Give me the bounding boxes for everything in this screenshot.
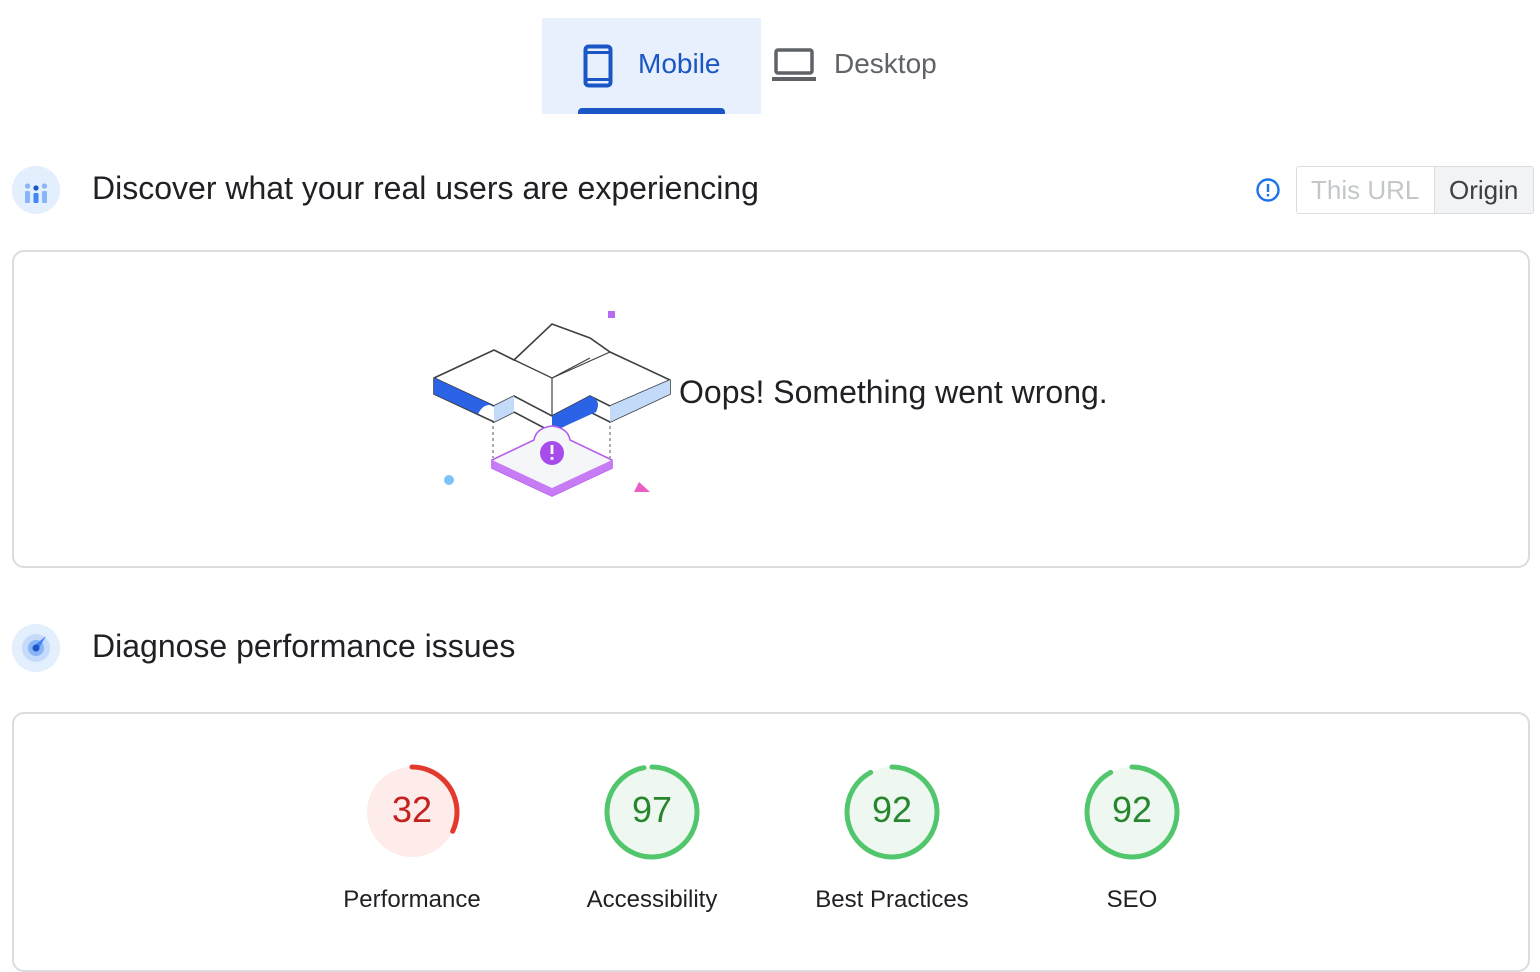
puzzle-error-illustration (418, 308, 674, 503)
lab-scores-card: 32 Performance 97 Accessibility 92 Best Pract… (12, 712, 1530, 972)
smartphone-icon (583, 44, 613, 93)
selected-tab-indicator (578, 108, 725, 114)
score-label: Performance (343, 886, 481, 913)
this-url-option[interactable]: This URL (1297, 167, 1435, 213)
info-icon[interactable] (1255, 177, 1281, 203)
diagnose-heading: Diagnose performance issues (92, 628, 516, 664)
tab-mobile[interactable]: Mobile (542, 18, 761, 114)
score-gauge-best-practices[interactable]: 92 Best Practices (792, 762, 992, 914)
error-message: Oops! Something went wrong. (679, 374, 1108, 410)
url-origin-toggle: This URL Origin (1296, 166, 1534, 214)
score-gauge-seo[interactable]: 92 SEO (1032, 762, 1232, 914)
tab-desktop-label: Desktop (834, 48, 937, 79)
score-gauge-accessibility[interactable]: 97 Accessibility (552, 762, 752, 914)
score-gauge-performance[interactable]: 32 Performance (312, 762, 512, 914)
score-value: 32 (391, 789, 433, 830)
field-data-card: Oops! Something went wrong. (12, 250, 1530, 568)
tab-desktop[interactable]: Desktop (761, 18, 991, 114)
origin-option[interactable]: Origin (1435, 167, 1533, 213)
diagnose-icon (12, 624, 60, 672)
tab-mobile-label: Mobile (638, 48, 721, 79)
real-users-icon (12, 166, 60, 214)
device-tabs: Mobile Desktop (542, 18, 991, 114)
score-value: 92 (1111, 789, 1153, 830)
laptop-icon (771, 44, 817, 89)
score-label: Accessibility (586, 886, 718, 913)
score-label: Best Practices (815, 886, 969, 913)
real-users-heading: Discover what your real users are experi… (92, 170, 759, 206)
score-label: SEO (1106, 886, 1158, 913)
score-value: 97 (631, 789, 673, 830)
score-value: 92 (871, 789, 913, 830)
